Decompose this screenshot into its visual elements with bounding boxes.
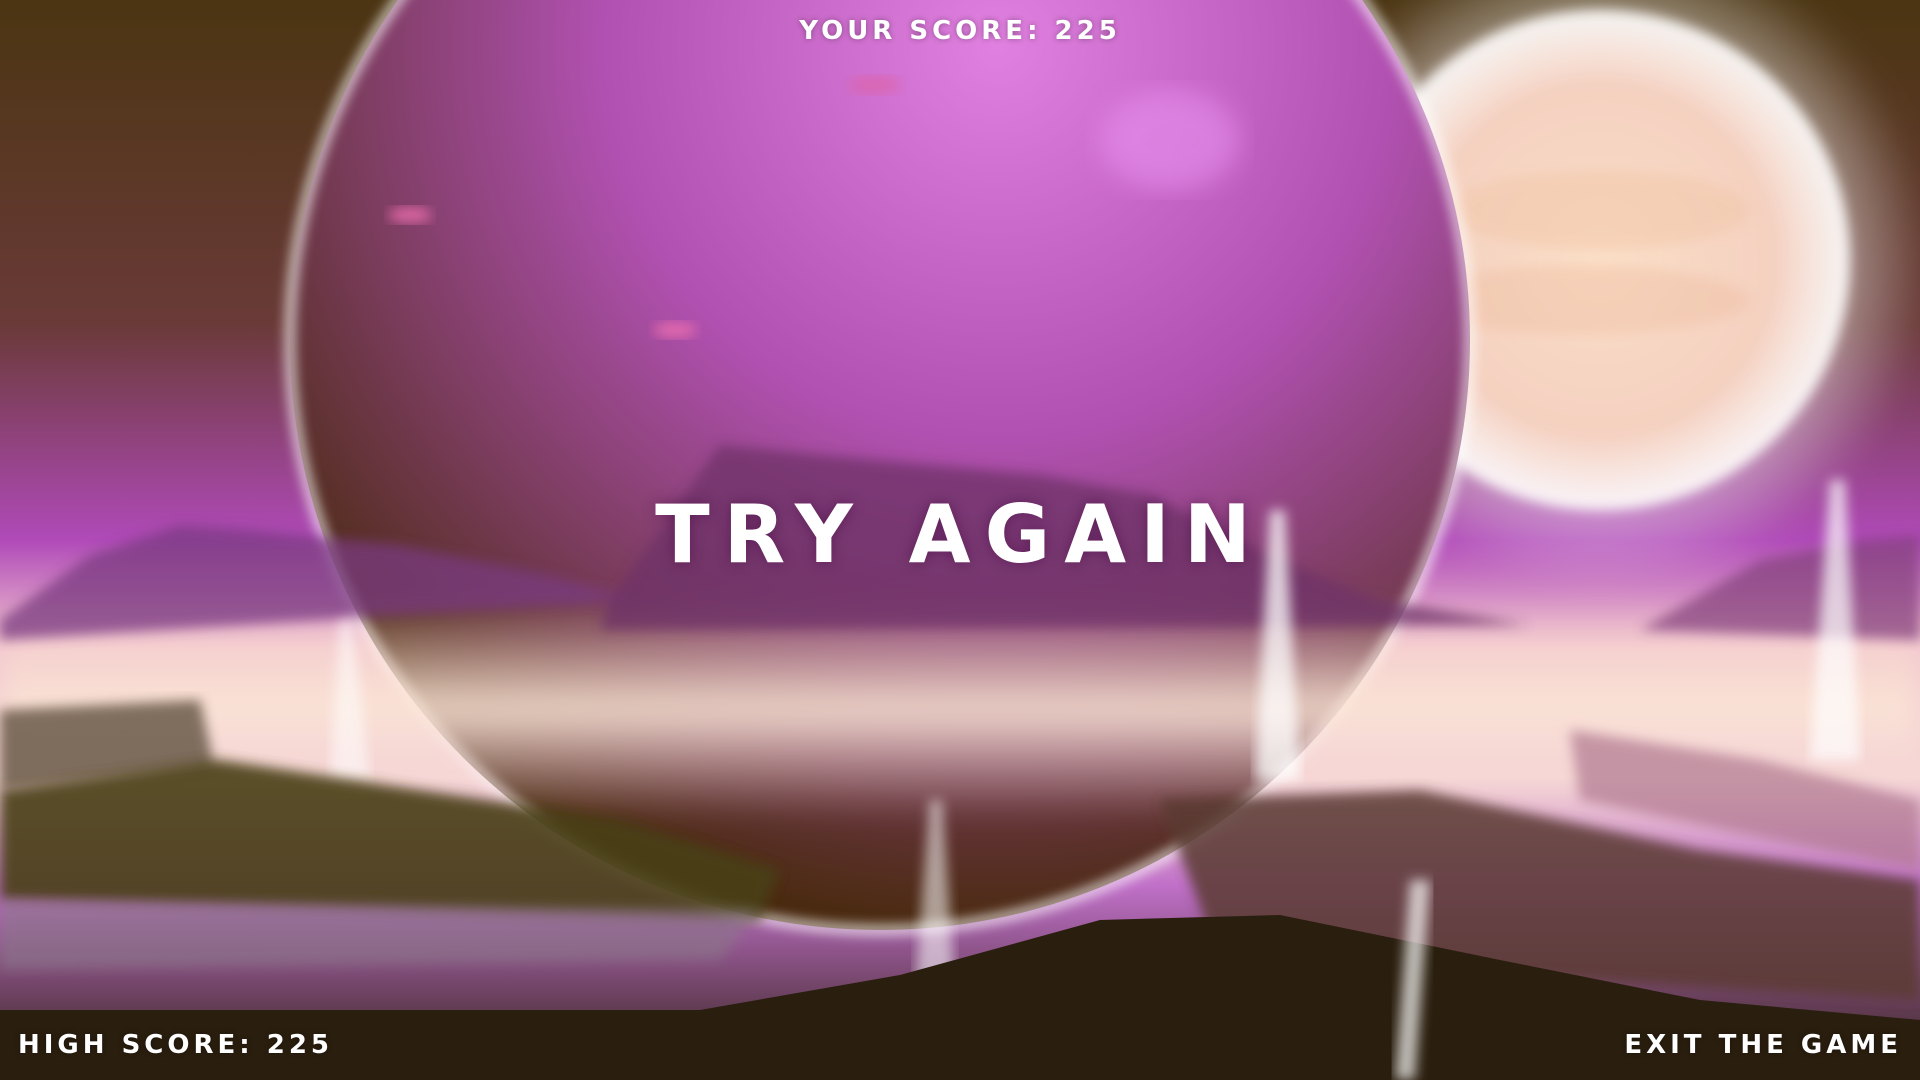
your-score-value: 225 xyxy=(1054,16,1121,46)
exit-game-button[interactable]: EXIT THE GAME xyxy=(1624,1030,1902,1060)
your-score-display: YOUR SCORE: 225 xyxy=(0,16,1920,46)
high-score-display: HIGH SCORE: 225 xyxy=(18,1030,333,1060)
try-again-button[interactable]: TRY AGAIN xyxy=(0,488,1920,581)
high-score-value: 225 xyxy=(266,1030,334,1060)
high-score-label: HIGH SCORE: xyxy=(18,1030,254,1060)
your-score-label: YOUR SCORE: xyxy=(799,16,1042,46)
game-over-screen: YOUR SCORE: 225 TRY AGAIN HIGH SCORE: 22… xyxy=(0,0,1920,1080)
